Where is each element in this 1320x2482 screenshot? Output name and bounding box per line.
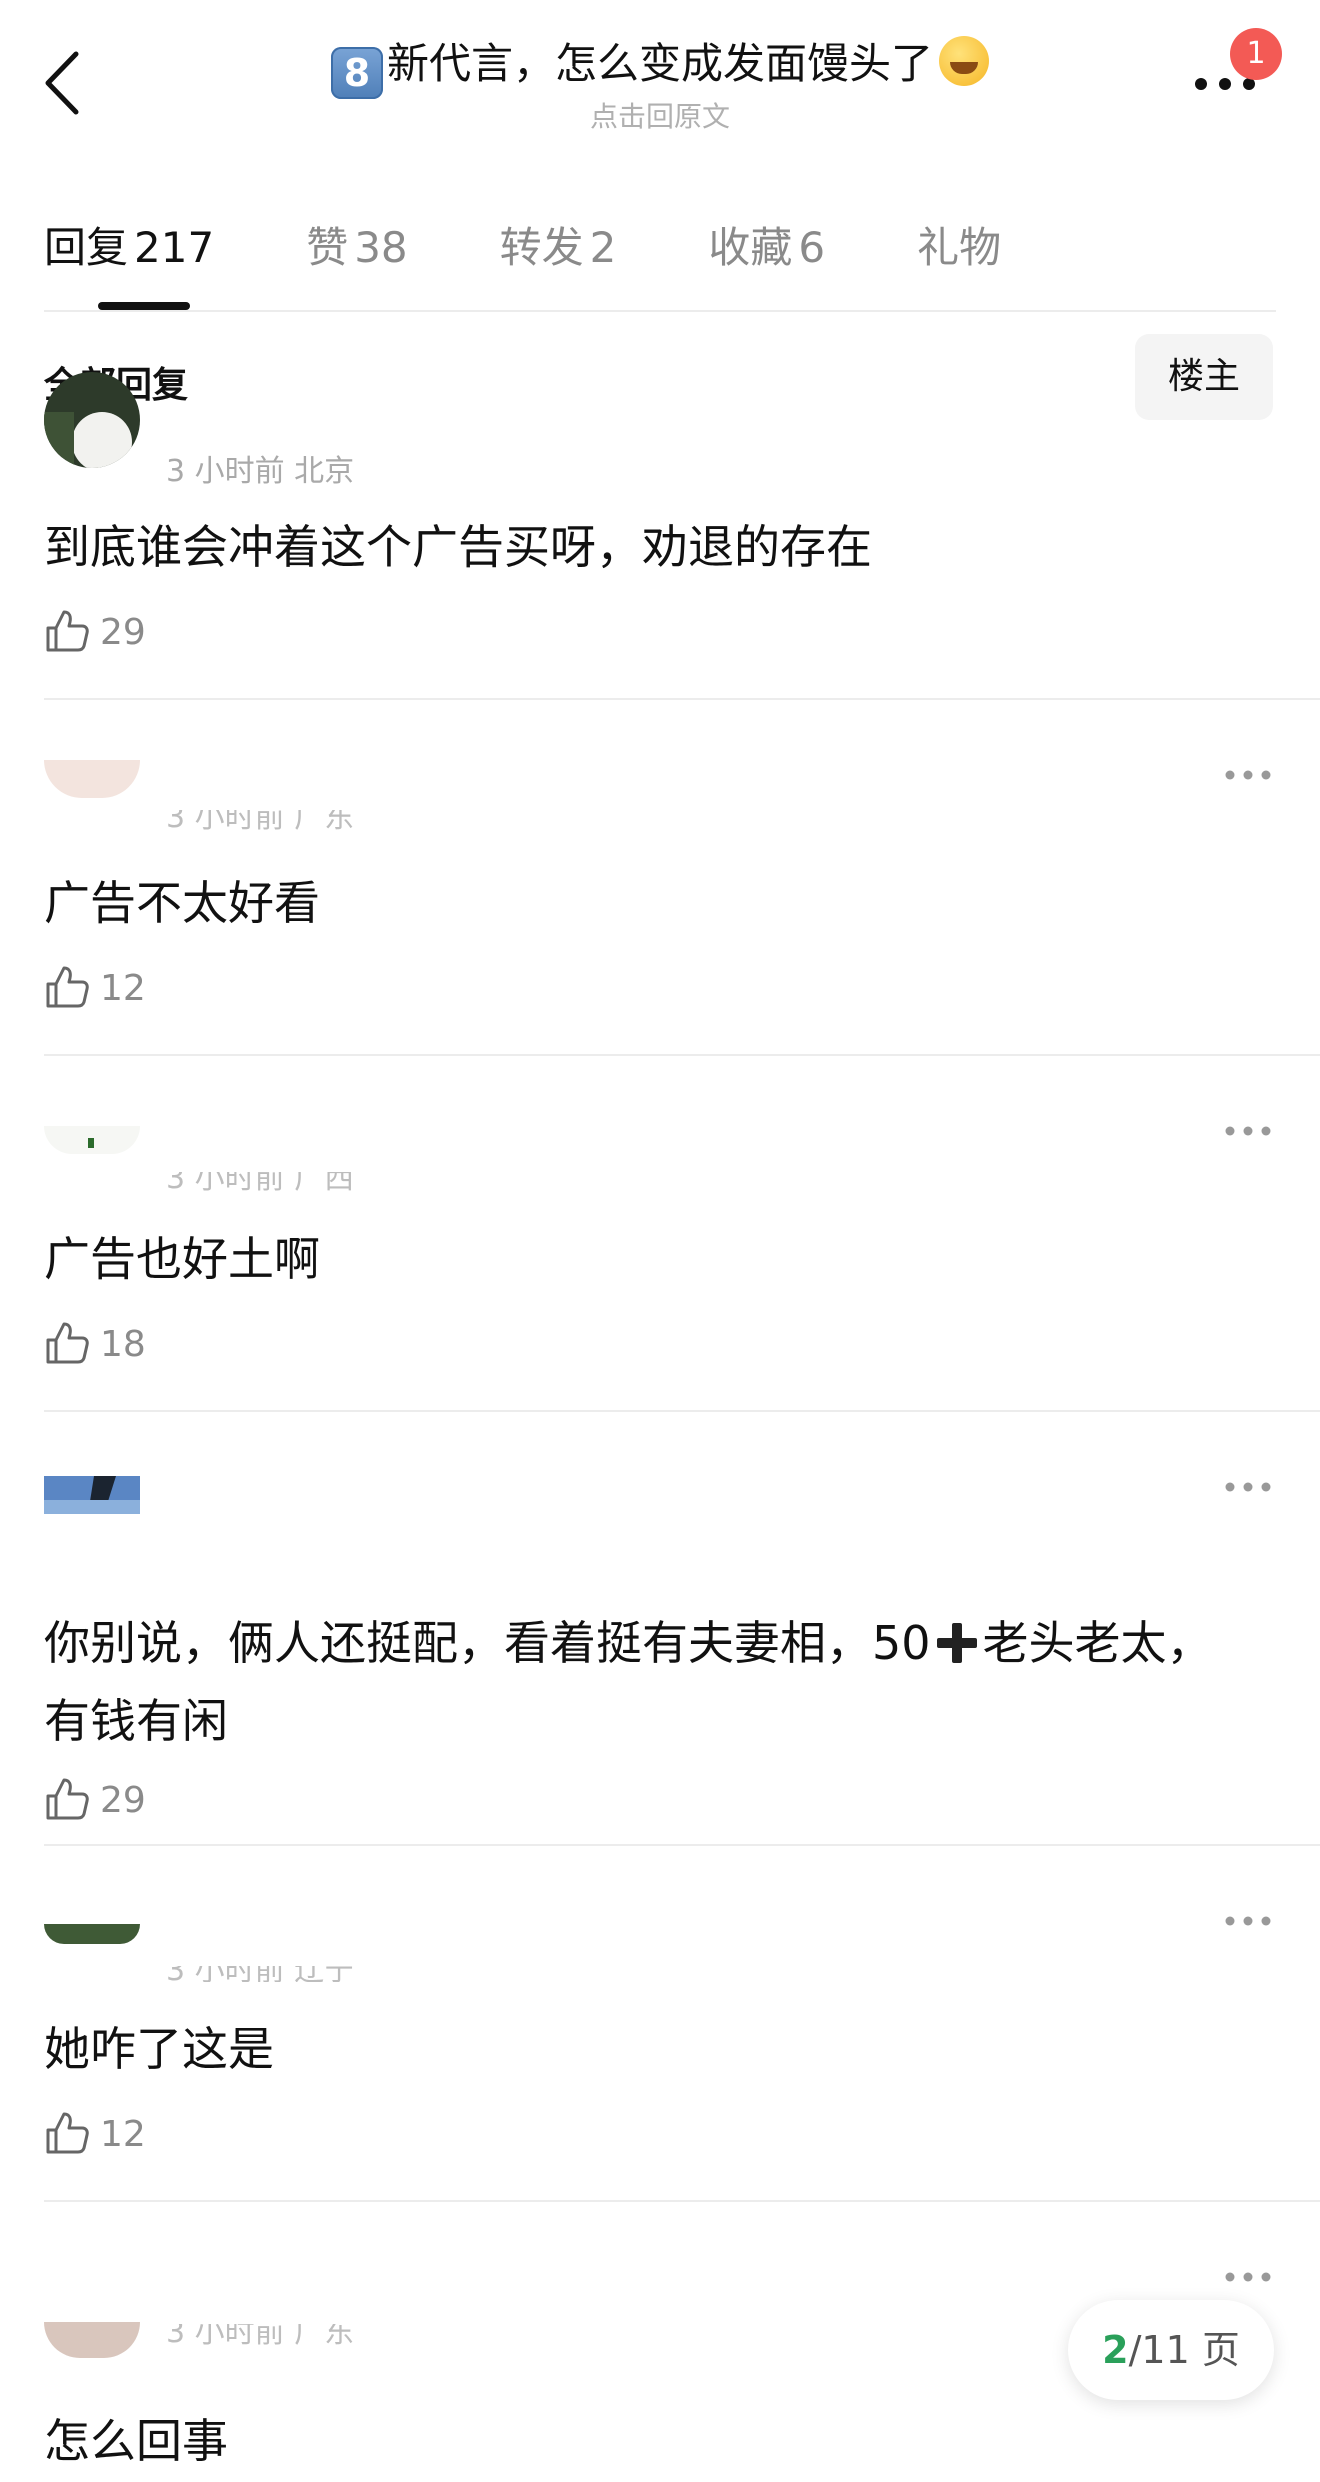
comment-text: 广告也好土啊	[44, 1232, 320, 1286]
total-pages: /11 页	[1128, 2328, 1240, 2372]
thumbs-up-icon	[46, 966, 89, 1008]
like-count: 18	[100, 1324, 146, 1365]
like-button[interactable]: 12	[44, 2110, 164, 2158]
list-item: 3 小时前 广西 广告也好土啊 18	[0, 1056, 1320, 1412]
comment-text: 她咋了这是	[44, 2022, 274, 2076]
comment-meta: 3 小时前 广东	[166, 810, 355, 834]
like-count: 29	[100, 612, 146, 653]
tab-replies[interactable]: 回复 217	[44, 214, 214, 274]
avatar[interactable]	[44, 1126, 140, 1154]
comment-more-icon[interactable]	[1224, 1914, 1272, 1928]
page-indicator[interactable]: 2/11 页	[1068, 2300, 1274, 2400]
list-item: 你别说，俩人还挺配，看着挺有夫妻相，50 老头老太， 有钱有闲 29	[0, 1412, 1320, 1844]
tab-likes[interactable]: 赞 38	[306, 214, 407, 274]
tab-label: 赞	[306, 223, 349, 272]
tab-label: 礼物	[917, 223, 1002, 272]
tab-gifts[interactable]: 礼物	[917, 214, 1001, 274]
thumbs-up-icon	[46, 610, 89, 652]
list-item: 3 小时前 北京 到底谁会冲着这个广告买呀，劝退的存在 29	[0, 372, 1320, 700]
like-button[interactable]: 29	[44, 608, 164, 656]
avatar-image	[44, 1476, 140, 1514]
avatar-image	[44, 372, 140, 468]
comment-text-part: 你别说，俩人还挺配，看着挺有夫妻相，50	[44, 1616, 931, 1670]
back-to-original-link[interactable]: 点击回原文	[260, 99, 1060, 135]
avatar[interactable]	[44, 1476, 140, 1514]
like-count: 12	[100, 968, 146, 1009]
comment-text-line: 有钱有闲	[44, 1694, 228, 1748]
comment-meta: 3 小时前 广西	[166, 1172, 355, 1192]
back-button[interactable]	[40, 48, 90, 118]
comment-meta: 3 小时前 广东	[166, 2324, 355, 2350]
comment-more-icon[interactable]	[1224, 2270, 1272, 2284]
tab-count: 217	[134, 223, 215, 272]
laughing-emoji-icon	[939, 36, 989, 86]
like-button[interactable]: 29	[44, 1776, 164, 1824]
chevron-left-icon	[45, 51, 79, 115]
tab-count: 2	[589, 223, 617, 272]
current-page: 2	[1102, 2328, 1129, 2372]
like-button[interactable]: 12	[44, 964, 164, 1012]
comment-meta: 3 小时前 辽宁	[166, 1966, 354, 1982]
plus-icon	[936, 1623, 977, 1663]
keycap-eight-icon: 8	[330, 47, 383, 99]
page-title: 8 新代言，怎么变成发面馒头了	[260, 34, 1060, 99]
op-only-button[interactable]: 楼主	[1135, 334, 1273, 420]
tab-favorites[interactable]: 收藏 6	[708, 214, 825, 274]
tab-bar: 回复 217 赞 38 转发 2 收藏 6 礼物	[44, 214, 1093, 274]
tab-label: 转发	[499, 223, 584, 272]
list-item: 3 小时前 广东 广告不太好看 12	[0, 700, 1320, 1056]
tab-label: 收藏	[708, 223, 793, 272]
tab-count: 38	[354, 223, 408, 272]
like-count: 12	[100, 2114, 146, 2155]
active-tab-indicator	[98, 302, 190, 310]
comment-more-icon[interactable]	[1224, 768, 1272, 782]
avatar-image	[44, 760, 140, 798]
thumbs-up-icon	[46, 1778, 89, 1820]
avatar-image	[44, 1126, 140, 1154]
tab-count: 6	[798, 223, 826, 272]
header-title-area[interactable]: 8 新代言，怎么变成发面馒头了 点击回原文	[260, 34, 1060, 135]
divider	[44, 310, 1276, 312]
like-button[interactable]: 18	[44, 1320, 164, 1368]
tab-label: 回复	[44, 223, 129, 272]
comment-meta: 3 小时前 北京	[166, 454, 355, 489]
thumbs-up-icon	[46, 1322, 89, 1364]
list-item: 3 小时前 辽宁 她咋了这是 12	[0, 1846, 1320, 2202]
comment-more-icon[interactable]	[1224, 1480, 1272, 1494]
avatar-image	[44, 1924, 140, 1944]
avatar[interactable]	[44, 1924, 140, 1944]
comment-text: 怎么回事	[44, 2414, 228, 2468]
avatar[interactable]	[44, 372, 140, 468]
comment-text: 广告不太好看	[44, 876, 320, 930]
comment-more-icon[interactable]	[1224, 1124, 1272, 1138]
avatar[interactable]	[44, 2322, 140, 2358]
avatar-image	[44, 2322, 140, 2358]
comment-text: 到底谁会冲着这个广告买呀，劝退的存在	[44, 520, 872, 574]
tab-reposts[interactable]: 转发 2	[500, 214, 617, 274]
like-count: 29	[100, 1780, 146, 1821]
notification-badge: 1	[1230, 28, 1282, 80]
comment-text-line: 你别说，俩人还挺配，看着挺有夫妻相，50 老头老太，	[44, 1604, 1254, 1682]
comment-text-part: 老头老太，	[982, 1616, 1213, 1670]
comment-text: 你别说，俩人还挺配，看着挺有夫妻相，50 老头老太， 有钱有闲	[44, 1604, 1254, 1760]
page-title-text: 新代言，怎么变成发面馒头了	[386, 39, 933, 88]
avatar[interactable]	[44, 760, 140, 798]
thumbs-up-icon	[46, 2112, 89, 2154]
